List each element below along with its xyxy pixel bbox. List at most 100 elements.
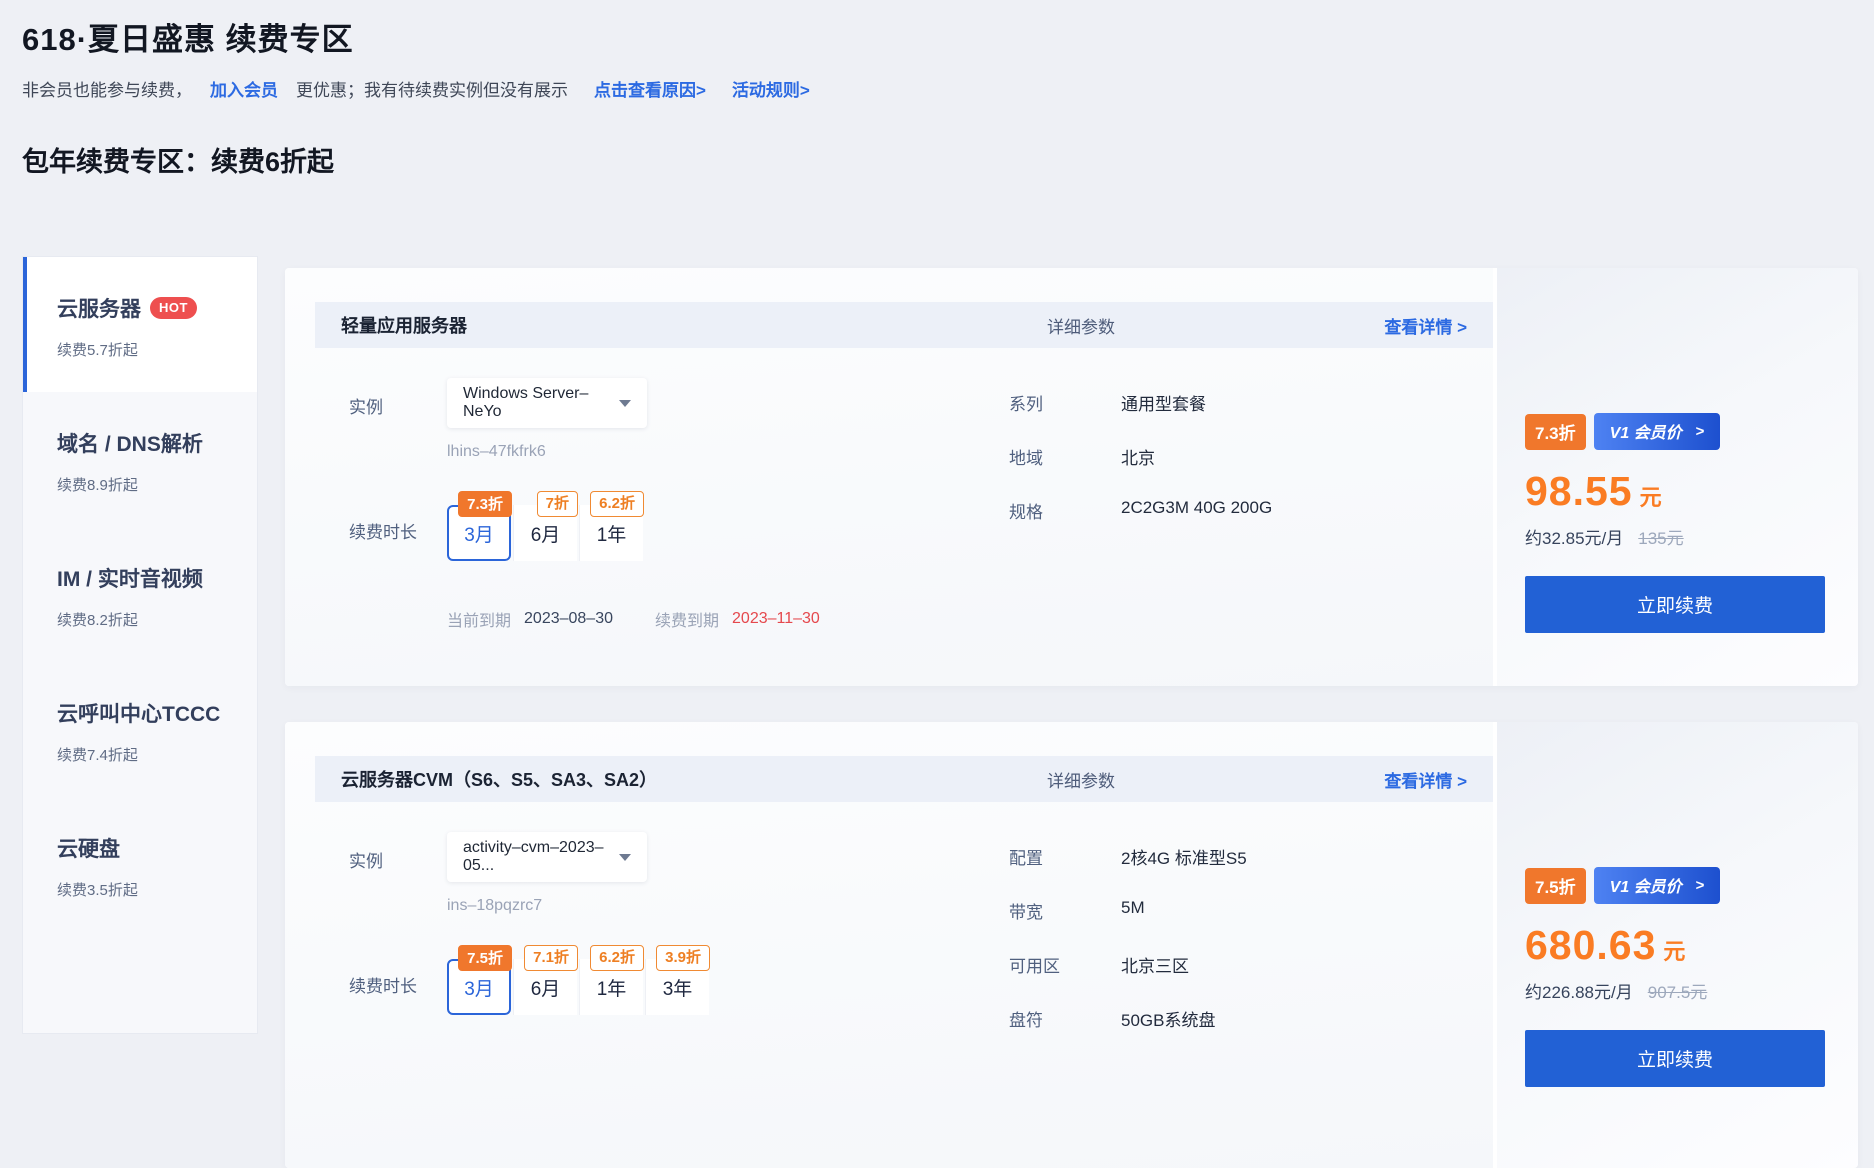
- duration-tabs: 7.5折 3月 7.1折 6月 6.2折 1年 3.9折: [447, 957, 711, 1015]
- spec-label: 可用区: [1009, 952, 1121, 977]
- sidebar-item-title: 云服务器: [57, 293, 141, 323]
- price-value: 680.63: [1525, 922, 1656, 969]
- renew-now-button[interactable]: 立即续费: [1525, 576, 1825, 633]
- duration-option-6m[interactable]: 7折 6月: [513, 505, 577, 561]
- spec-row: 带宽 5M: [1009, 898, 1467, 923]
- view-reason-link[interactable]: 点击查看原因>: [594, 76, 706, 101]
- sidebar-item-title: IM / 实时音视频: [57, 563, 203, 593]
- spec-label: 地域: [1009, 444, 1121, 469]
- card-header: 轻量应用服务器 详细参数 查看详情 >: [315, 302, 1493, 348]
- sidebar-item-subtitle: 续费5.7折起: [57, 339, 247, 360]
- instance-label: 实例: [349, 832, 447, 915]
- card-title: 轻量应用服务器: [341, 312, 1047, 338]
- chevron-down-icon: [619, 400, 631, 407]
- member-price-label: V1 会员价: [1610, 419, 1682, 443]
- original-price: 907.5元: [1648, 978, 1708, 1003]
- chevron-right-icon: >: [1696, 423, 1705, 440]
- discount-badge: 7.3折: [458, 491, 512, 517]
- sidebar-item-subtitle: 续费3.5折起: [57, 879, 247, 900]
- instance-select[interactable]: Windows Server–NeYo: [447, 378, 647, 428]
- current-expiry-date: 2023–08–30: [524, 610, 613, 628]
- duration-option-6m[interactable]: 7.1折 6月: [513, 959, 577, 1015]
- spec-row: 地域 北京: [1009, 444, 1467, 469]
- sidebar-item-title: 云呼叫中心TCCC: [57, 698, 220, 728]
- renew-expiry-date: 2023–11–30: [732, 610, 820, 628]
- spec-value: 北京三区: [1121, 952, 1189, 977]
- product-card-cvm: 云服务器CVM（S6、S5、SA3、SA2） 详细参数 查看详情 > 实例 ac…: [285, 722, 1858, 1168]
- sidebar-item-title: 域名 / DNS解析: [57, 428, 203, 458]
- view-detail-link[interactable]: 查看详情 >: [1384, 313, 1467, 338]
- duration-option-3y[interactable]: 3.9折 3年: [645, 959, 709, 1015]
- discount-badge: 7.1折: [524, 945, 578, 971]
- detail-params-label: 详细参数: [1047, 767, 1115, 792]
- sidebar-item-im-trtc[interactable]: IM / 实时音视频 续费8.2折起: [23, 527, 257, 662]
- sidebar-item-cloud-disk[interactable]: 云硬盘 续费3.5折起: [23, 797, 257, 932]
- discount-badge: 6.2折: [590, 945, 644, 971]
- current-expiry-label: 当前到期: [447, 607, 511, 631]
- spec-list: 系列 通用型套餐 地域 北京 规格 2C2G3M 40G 200G: [1009, 378, 1467, 631]
- instance-select-value: Windows Server–NeYo: [463, 385, 619, 421]
- spec-row: 规格 2C2G3M 40G 200G: [1009, 498, 1467, 523]
- price-panel: 7.3折 V1 会员价 > 98.55 元 约32.85元/月 135元 立即续…: [1497, 268, 1858, 686]
- price-currency: 元: [1663, 934, 1685, 966]
- instance-id: ins–18pqzrc7: [447, 897, 647, 915]
- spec-value: 2C2G3M 40G 200G: [1121, 498, 1272, 523]
- spec-row: 可用区 北京三区: [1009, 952, 1467, 977]
- discount-badge: 7.5折: [1525, 868, 1586, 904]
- spec-label: 配置: [1009, 844, 1121, 869]
- expiry-dates: 当前到期 2023–08–30 续费到期 2023–11–30: [447, 607, 1009, 631]
- price-value: 98.55: [1525, 468, 1633, 515]
- sidebar-item-cloud-server[interactable]: 云服务器 HOT 续费5.7折起: [23, 257, 257, 392]
- duration-option-1y[interactable]: 6.2折 1年: [579, 505, 643, 561]
- spec-value: 50GB系统盘: [1121, 1006, 1215, 1031]
- monthly-price: 约32.85元/月: [1525, 524, 1623, 549]
- view-detail-link[interactable]: 查看详情 >: [1384, 767, 1467, 792]
- price-panel: 7.5折 V1 会员价 > 680.63 元 约226.88元/月 907.5元…: [1497, 722, 1858, 1168]
- join-member-link[interactable]: 加入会员: [210, 76, 278, 101]
- spec-value: 5M: [1121, 898, 1145, 923]
- subtitle-mid: 更优惠；我有待续费实例但没有展示: [296, 76, 568, 101]
- instance-label: 实例: [349, 378, 447, 461]
- duration-option-1y[interactable]: 6.2折 1年: [579, 959, 643, 1015]
- spec-row: 系列 通用型套餐: [1009, 390, 1467, 415]
- discount-badge: 6.2折: [590, 491, 644, 517]
- card-header: 云服务器CVM（S6、S5、SA3、SA2） 详细参数 查看详情 >: [315, 756, 1493, 802]
- sidebar-item-domain-dns[interactable]: 域名 / DNS解析 续费8.9折起: [23, 392, 257, 527]
- sidebar-item-subtitle: 续费7.4折起: [57, 744, 247, 765]
- duration-label: 续费时长: [349, 503, 447, 561]
- instance-select-value: activity–cvm–2023–05...: [463, 839, 619, 875]
- card-title: 云服务器CVM（S6、S5、SA3、SA2）: [341, 766, 1047, 792]
- instance-id: lhins–47fkfrk6: [447, 443, 647, 461]
- renew-now-button[interactable]: 立即续费: [1525, 1030, 1825, 1087]
- spec-list: 配置 2核4G 标准型S5 带宽 5M 可用区 北京三区 盘符 50GB系统盘: [1009, 832, 1467, 1060]
- discount-badge: 3.9折: [656, 945, 710, 971]
- duration-label: 续费时长: [349, 957, 447, 1015]
- duration-option-3m[interactable]: 7.5折 3月: [447, 959, 511, 1015]
- activity-rules-link[interactable]: 活动规则>: [732, 76, 810, 101]
- page-subtitle: 非会员也能参与续费， 加入会员 更优惠；我有待续费实例但没有展示 点击查看原因>…: [22, 76, 810, 101]
- category-sidebar: 云服务器 HOT 续费5.7折起 域名 / DNS解析 续费8.9折起 IM /…: [22, 256, 258, 1034]
- duration-tabs: 7.3折 3月 7折 6月 6.2折 1年: [447, 503, 645, 561]
- spec-label: 规格: [1009, 498, 1121, 523]
- sidebar-item-subtitle: 续费8.9折起: [57, 474, 247, 495]
- spec-value: 北京: [1121, 444, 1155, 469]
- member-price-badge[interactable]: V1 会员价 >: [1594, 867, 1721, 904]
- discount-badge: 7.3折: [1525, 414, 1586, 450]
- instance-select[interactable]: activity–cvm–2023–05...: [447, 832, 647, 882]
- section-title: 包年续费专区：续费6折起: [22, 140, 334, 179]
- detail-params-label: 详细参数: [1047, 313, 1115, 338]
- subtitle-prefix: 非会员也能参与续费，: [22, 76, 192, 101]
- discount-badge: 7折: [537, 491, 578, 517]
- spec-value: 通用型套餐: [1121, 390, 1206, 415]
- price-currency: 元: [1640, 480, 1662, 512]
- sidebar-item-tccc[interactable]: 云呼叫中心TCCC 续费7.4折起: [23, 662, 257, 797]
- spec-label: 盘符: [1009, 1006, 1121, 1031]
- member-price-badge[interactable]: V1 会员价 >: [1594, 413, 1721, 450]
- spec-value: 2核4G 标准型S5: [1121, 844, 1247, 869]
- spec-label: 系列: [1009, 390, 1121, 415]
- discount-badge: 7.5折: [458, 945, 512, 971]
- page-title: 618·夏日盛惠 续费专区: [22, 14, 354, 59]
- duration-option-3m[interactable]: 7.3折 3月: [447, 505, 511, 561]
- original-price: 135元: [1638, 524, 1683, 549]
- spec-row: 盘符 50GB系统盘: [1009, 1006, 1467, 1031]
